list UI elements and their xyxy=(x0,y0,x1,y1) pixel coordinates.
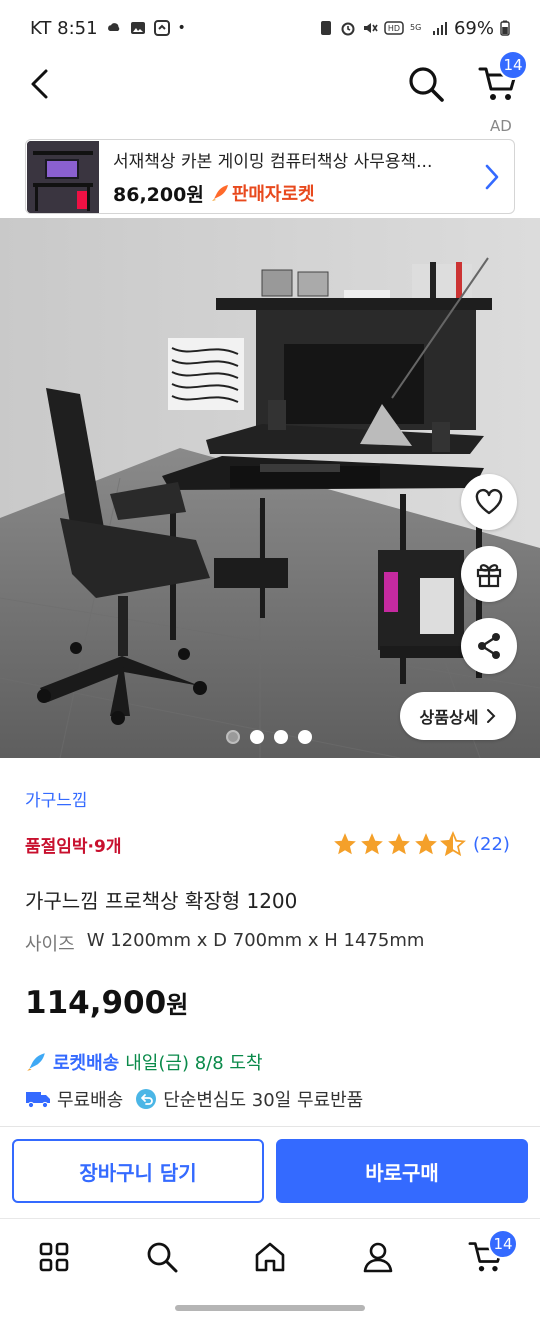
stock-warning: 품절임박·9개 xyxy=(25,837,122,857)
seller-rocket-badge: 판매자로켓 xyxy=(210,180,315,206)
cart-badge: 14 xyxy=(498,50,528,80)
ad-price: 86,200원 xyxy=(113,183,204,206)
cart-button[interactable]: 14 xyxy=(474,50,528,106)
gift-icon xyxy=(476,564,502,588)
signal-icon xyxy=(432,22,447,35)
carousel-dot[interactable] xyxy=(226,730,240,744)
star-full-icon xyxy=(415,833,437,855)
heart-icon xyxy=(475,488,503,515)
product-detail-label: 상품상세 xyxy=(419,708,479,727)
product-detail-button[interactable]: 상품상세 xyxy=(400,692,516,740)
home-icon xyxy=(255,1242,285,1272)
delivery-info: 로켓배송 내일(금) 8/8 도착 xyxy=(25,1049,263,1075)
size-label: 사이즈 xyxy=(25,934,75,955)
sim-icon xyxy=(320,21,331,35)
carousel-dot[interactable] xyxy=(274,730,288,744)
product-image xyxy=(0,218,540,758)
seller-rocket-label: 판매자로켓 xyxy=(231,184,315,205)
carousel-dot[interactable] xyxy=(298,730,312,744)
ad-label: AD xyxy=(490,117,512,135)
price-value: 114,900 xyxy=(25,985,167,1021)
ad-banner[interactable]: 서재책상 카본 게이밍 컴퓨터책상 사무용책... 86,200원 판매자로켓 xyxy=(25,139,515,214)
star-full-icon xyxy=(361,833,383,855)
top-nav: 14 xyxy=(0,50,540,112)
return-icon xyxy=(136,1089,157,1109)
delivery-date: 내일(금) 8/8 도착 xyxy=(125,1053,263,1074)
svg-text:5G: 5G xyxy=(410,23,421,32)
battery-percent: 69% xyxy=(453,17,494,39)
price-unit: 원 xyxy=(166,991,189,1019)
carousel-dot[interactable] xyxy=(250,730,264,744)
return-policy-label: 단순변심도 30일 무료반품 xyxy=(163,1090,364,1111)
tab-home[interactable] xyxy=(250,1237,290,1277)
brand-link[interactable]: 가구느낌 xyxy=(25,786,88,811)
tab-search[interactable] xyxy=(142,1237,182,1277)
tab-cart[interactable]: 14 xyxy=(466,1229,518,1277)
tab-my-account[interactable] xyxy=(358,1237,398,1277)
bottom-nav: 14 xyxy=(0,1218,540,1296)
gift-button[interactable] xyxy=(461,546,517,602)
review-count[interactable]: (22) xyxy=(473,834,510,855)
delivery-type: 로켓배송 xyxy=(53,1053,120,1074)
carousel-indicator xyxy=(226,730,312,744)
gallery-icon xyxy=(130,22,145,34)
app-notification-icon xyxy=(153,20,170,36)
status-bar: KT 8:51 • HD 5G 69% xyxy=(0,0,540,56)
back-button[interactable] xyxy=(20,64,60,104)
ad-chevron xyxy=(478,163,506,191)
status-dot: • xyxy=(177,20,186,36)
search-icon xyxy=(409,67,444,102)
wishlist-button[interactable] xyxy=(461,474,517,530)
category-grid-icon xyxy=(39,1242,69,1272)
divider xyxy=(0,1126,540,1127)
share-icon xyxy=(478,633,500,659)
chevron-right-icon xyxy=(485,164,499,189)
ad-title: 서재책상 카본 게이밍 컴퓨터책상 사무용책... xyxy=(113,151,433,172)
star-half-icon xyxy=(440,831,466,857)
size-value: W 1200mm x D 700mm x H 1475mm xyxy=(86,930,425,951)
add-to-cart-button[interactable]: 장바구니 담기 xyxy=(12,1139,264,1203)
5g-icon: 5G xyxy=(410,23,421,32)
rocket-icon xyxy=(211,185,228,201)
shipping-info: 무료배송 단순변심도 30일 무료반품 xyxy=(25,1086,363,1112)
star-full-icon xyxy=(334,833,356,855)
alarm-icon xyxy=(341,22,355,36)
rocket-icon xyxy=(27,1053,45,1071)
search-button[interactable] xyxy=(404,62,448,106)
product-image-carousel[interactable]: 상품상세 xyxy=(0,218,540,758)
product-title: 가구느낌 프로책상 확장형 1200 xyxy=(25,889,298,913)
chevron-right-icon xyxy=(487,709,496,723)
ad-thumbnail xyxy=(27,140,99,213)
mute-icon xyxy=(363,23,378,33)
weather-icon xyxy=(107,23,119,31)
hd-icon: HD xyxy=(384,21,404,35)
buy-now-button[interactable]: 바로구매 xyxy=(276,1139,528,1203)
carrier-time: KT 8:51 xyxy=(30,17,98,39)
size-option: 사이즈 W 1200mm x D 700mm x H 1475mm xyxy=(25,930,424,956)
rating[interactable]: (22) xyxy=(332,831,510,857)
svg-text:HD: HD xyxy=(388,24,400,33)
star-full-icon xyxy=(388,833,410,855)
home-indicator[interactable] xyxy=(175,1305,365,1311)
share-button[interactable] xyxy=(461,618,517,674)
product-price: 114,900원 xyxy=(25,985,188,1021)
search-icon xyxy=(147,1242,178,1273)
chevron-left-icon xyxy=(31,69,48,99)
cart-badge: 14 xyxy=(488,1229,518,1259)
free-shipping-label: 무료배송 xyxy=(57,1090,124,1111)
profile-icon xyxy=(363,1242,393,1273)
battery-icon xyxy=(500,20,510,36)
truck-icon xyxy=(26,1092,50,1109)
tab-category[interactable] xyxy=(34,1237,74,1277)
